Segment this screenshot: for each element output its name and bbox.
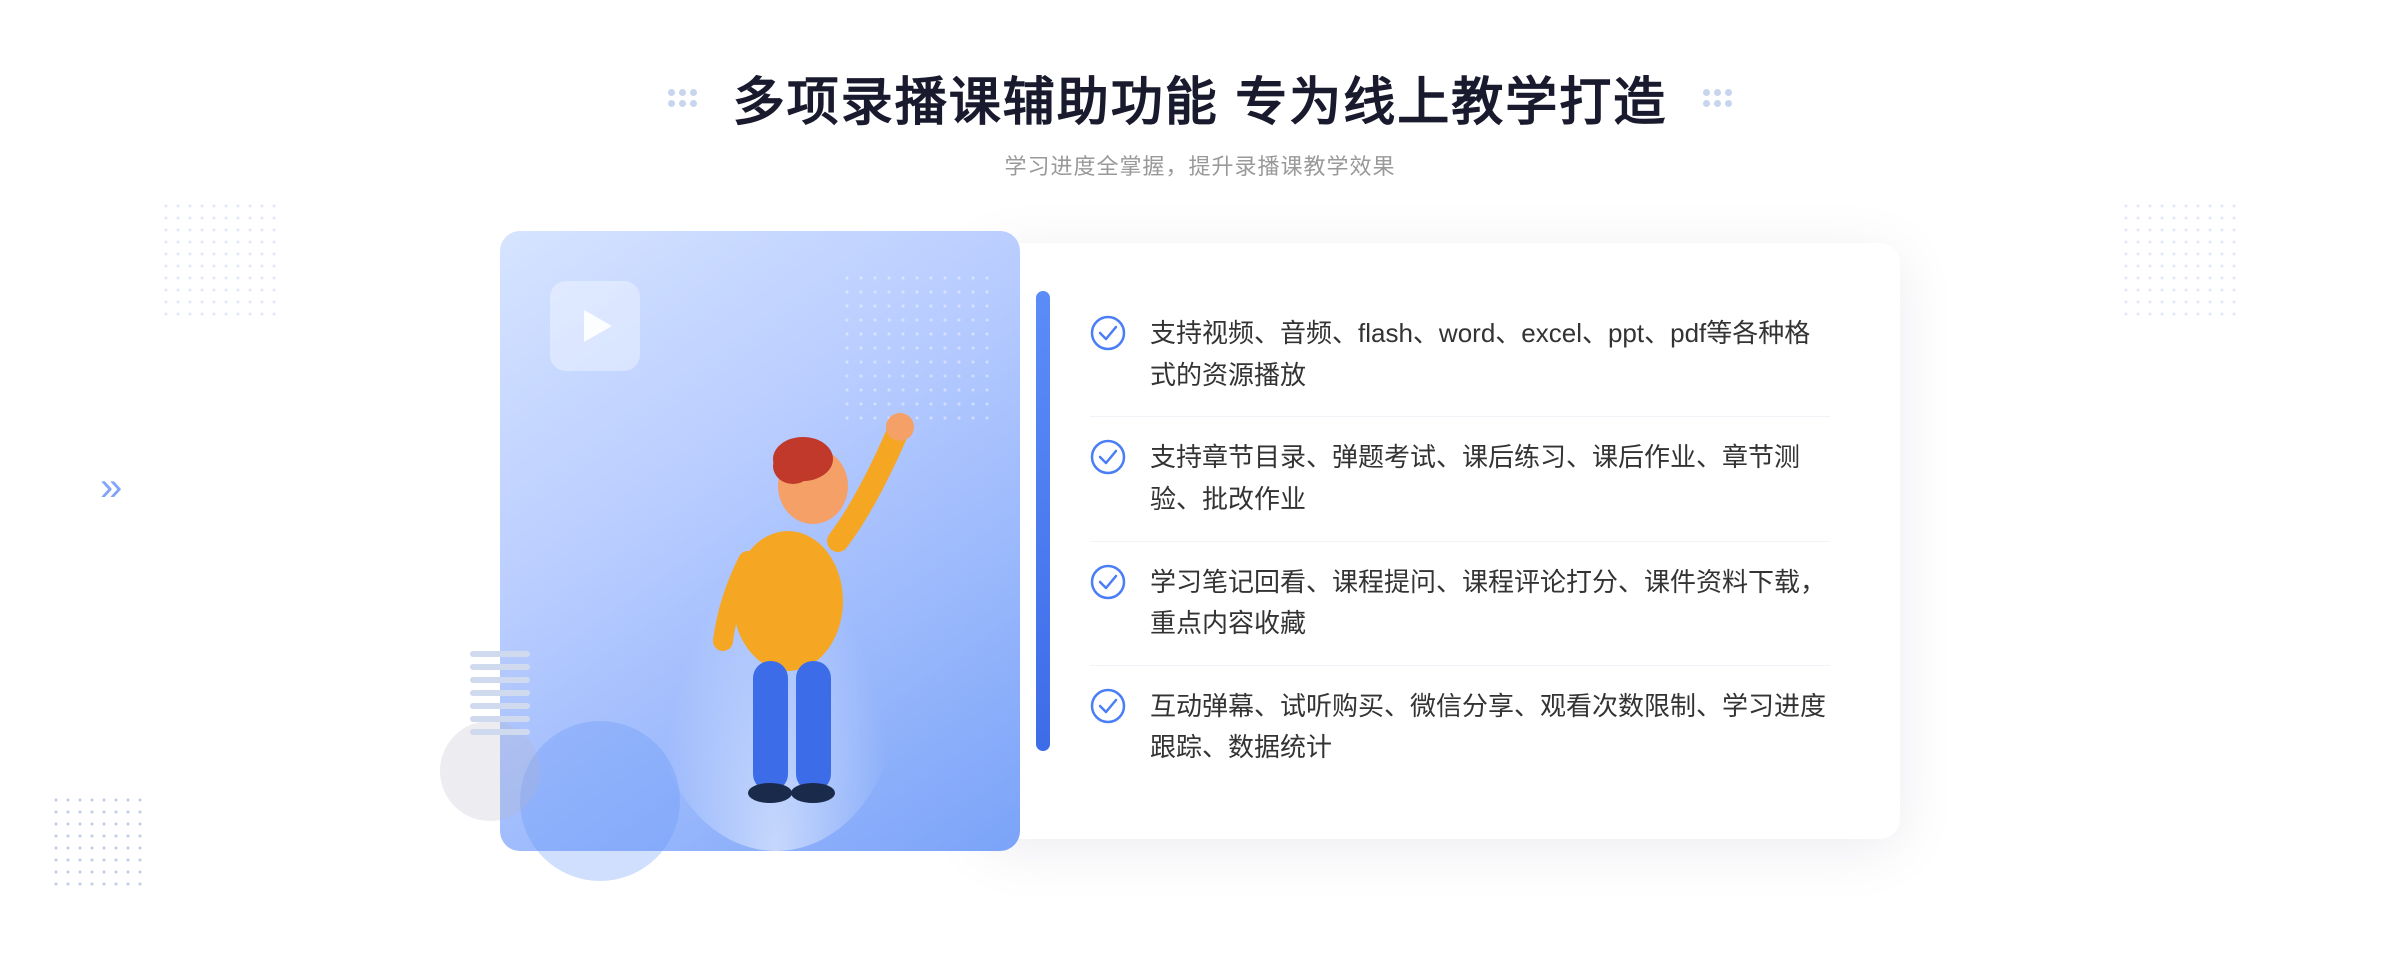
stripe-deco xyxy=(470,651,530,731)
dots-decoration-left xyxy=(160,200,280,320)
play-icon xyxy=(550,281,640,371)
feature-text-1: 支持视频、音频、flash、word、excel、ppt、pdf等各种格式的资源… xyxy=(1150,313,1830,396)
feature-item-2: 支持章节目录、弹题考试、课后练习、课后作业、章节测验、批改作业 xyxy=(1090,417,1830,541)
blue-bar-deco xyxy=(1036,291,1050,751)
dots-decoration-right xyxy=(2120,200,2240,320)
check-icon-1 xyxy=(1090,315,1126,351)
feature-text-3: 学习笔记回看、课程提问、课程评论打分、课件资料下载，重点内容收藏 xyxy=(1150,562,1830,645)
feature-text-4: 互动弹幕、试听购买、微信分享、观看次数限制、学习进度跟踪、数据统计 xyxy=(1150,686,1830,769)
illustration-panel xyxy=(500,231,1020,851)
main-content: 支持视频、音频、flash、word、excel、ppt、pdf等各种格式的资源… xyxy=(500,231,1900,851)
feature-item-4: 互动弹幕、试听购买、微信分享、观看次数限制、学习进度跟踪、数据统计 xyxy=(1090,666,1830,789)
title-dots-left xyxy=(668,89,697,107)
page-deco-bottom-left xyxy=(50,794,150,894)
check-icon-4 xyxy=(1090,688,1126,724)
circle-gray xyxy=(440,721,540,821)
content-panel: 支持视频、音频、flash、word、excel、ppt、pdf等各种格式的资源… xyxy=(980,243,1900,839)
check-icon-3 xyxy=(1090,564,1126,600)
page-header: 多项录播课辅助功能 专为线上教学打造 学习进度全掌握，提升录播课教学效果 xyxy=(668,60,1732,181)
title-dots-right xyxy=(1703,89,1732,107)
title-wrapper: 多项录播课辅助功能 专为线上教学打造 xyxy=(668,60,1732,135)
page-title: 多项录播课辅助功能 专为线上教学打造 xyxy=(733,60,1667,135)
feature-item-1: 支持视频、音频、flash、word、excel、ppt、pdf等各种格式的资源… xyxy=(1090,293,1830,417)
page-subtitle: 学习进度全掌握，提升录播课教学效果 xyxy=(668,149,1732,181)
check-icon-2 xyxy=(1090,439,1126,475)
feature-item-3: 学习笔记回看、课程提问、课程评论打分、课件资料下载，重点内容收藏 xyxy=(1090,542,1830,666)
page-container: » 多项录播课辅助功能 专为线上教学打造 学习进度全掌握，提升录播课教学效果 xyxy=(0,0,2400,974)
person-illustration xyxy=(648,331,928,851)
chevron-left-icon[interactable]: » xyxy=(100,467,122,507)
feature-text-2: 支持章节目录、弹题考试、课后练习、课后作业、章节测验、批改作业 xyxy=(1150,437,1830,520)
